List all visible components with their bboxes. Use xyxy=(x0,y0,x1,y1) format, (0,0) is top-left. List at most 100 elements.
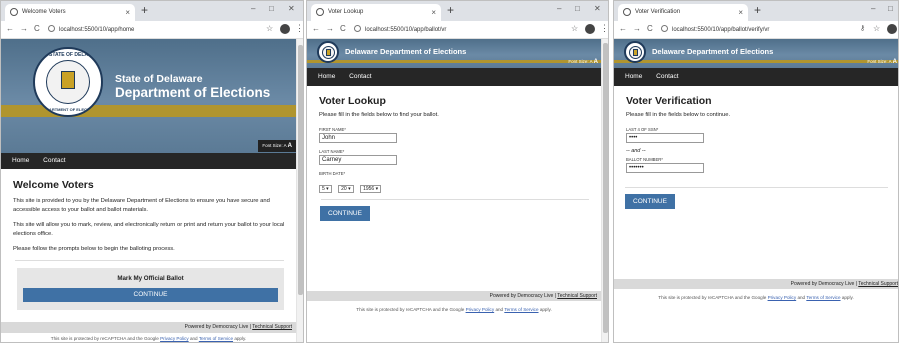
tab-close-icon[interactable]: × xyxy=(431,4,436,21)
forward-icon[interactable]: → xyxy=(633,24,647,33)
new-tab-button[interactable]: + xyxy=(141,3,148,17)
page-title: Welcome Voters xyxy=(13,179,94,191)
scrollbar-thumb[interactable] xyxy=(298,45,303,295)
maximize-button[interactable]: □ xyxy=(575,4,580,13)
new-tab-button[interactable]: + xyxy=(447,3,454,17)
first-name-label: FIRST NAME* xyxy=(319,127,346,132)
browser-tab[interactable]: Voter Verification × xyxy=(618,4,748,21)
tab-bar: Voter Verification × + – □ xyxy=(614,1,898,21)
scrollbar[interactable] xyxy=(601,39,608,342)
terms-of-service-link[interactable]: Terms of Service xyxy=(199,336,233,341)
back-icon[interactable]: ← xyxy=(6,24,20,33)
profile-icon[interactable] xyxy=(585,24,595,34)
scrollbar[interactable] xyxy=(296,39,303,342)
site-nav: Home Contact xyxy=(307,68,601,86)
birth-date-selects: 5 ▾ 20 ▾ 1956 ▾ xyxy=(319,177,591,195)
site-footer: Powered by Democracy Live | Technical Su… xyxy=(614,279,898,289)
tab-bar: Welcome Voters × + – □ ✕ xyxy=(1,1,303,21)
terms-of-service-link[interactable]: Terms of Service xyxy=(806,295,840,300)
window-close-button[interactable]: ✕ xyxy=(594,4,601,13)
nav-home-link[interactable]: Home xyxy=(625,68,642,86)
birth-day-select[interactable]: 20 ▾ xyxy=(338,185,354,193)
nav-home-link[interactable]: Home xyxy=(318,68,335,86)
nav-contact-link[interactable]: Contact xyxy=(43,153,65,169)
tab-title: Voter Verification xyxy=(635,9,681,15)
profile-icon[interactable] xyxy=(280,24,290,34)
minimize-button[interactable]: – xyxy=(871,4,875,13)
last-name-input[interactable]: Carney xyxy=(319,155,397,165)
nav-buttons: ←→C xyxy=(6,24,46,33)
nav-contact-link[interactable]: Contact xyxy=(656,68,678,86)
divider xyxy=(15,260,284,261)
bookmark-star-icon[interactable]: ☆ xyxy=(571,24,578,33)
reload-icon[interactable]: C xyxy=(647,24,659,33)
chevron-down-icon: ▾ xyxy=(348,186,351,192)
forward-icon[interactable]: → xyxy=(20,24,34,33)
continue-button[interactable]: CONTINUE xyxy=(320,206,370,221)
continue-button[interactable]: CONTINUE xyxy=(23,288,278,302)
birth-month-select[interactable]: 5 ▾ xyxy=(319,185,332,193)
privacy-policy-link[interactable]: Privacy Policy xyxy=(466,307,495,312)
new-tab-button[interactable]: + xyxy=(754,3,761,17)
technical-support-link[interactable]: Technical Support xyxy=(858,281,898,287)
nav-home-link[interactable]: Home xyxy=(12,153,29,169)
privacy-policy-link[interactable]: Privacy Policy xyxy=(768,295,797,300)
window-close-button[interactable]: ✕ xyxy=(288,4,295,13)
bookmark-star-icon[interactable]: ☆ xyxy=(873,24,880,33)
scrollbar-thumb[interactable] xyxy=(603,43,608,333)
main-content: Voter Verification Please fill in the fi… xyxy=(626,95,881,173)
menu-icon[interactable]: ⋮ xyxy=(600,23,608,34)
back-icon[interactable]: ← xyxy=(619,24,633,33)
intro-paragraph-2: This site will allow you to mark, review… xyxy=(13,222,285,237)
tab-close-icon[interactable]: × xyxy=(125,4,130,21)
first-name-input[interactable]: John xyxy=(319,133,397,143)
back-icon[interactable]: ← xyxy=(312,24,326,33)
delaware-seal-logo xyxy=(317,41,339,63)
nav-contact-link[interactable]: Contact xyxy=(349,68,371,86)
tab-bar: Voter Lookup × + – □ ✕ xyxy=(307,1,608,21)
key-icon[interactable]: ⚷ xyxy=(860,24,865,32)
gold-stripe xyxy=(307,60,601,63)
tab-title: Voter Lookup xyxy=(328,9,364,15)
bookmark-star-icon[interactable]: ☆ xyxy=(266,24,273,33)
ballot-number-input[interactable]: ••••••• xyxy=(626,163,704,173)
privacy-policy-link[interactable]: Privacy Policy xyxy=(160,336,189,341)
minimize-button[interactable]: – xyxy=(557,4,561,13)
font-size-control[interactable]: Font Size: A A xyxy=(565,57,601,67)
browser-tab[interactable]: Welcome Voters × xyxy=(5,4,135,21)
reload-icon[interactable]: C xyxy=(340,24,352,33)
technical-support-link[interactable]: Technical Support xyxy=(252,324,292,330)
intro-text: Please fill in the fields below to find … xyxy=(319,112,439,118)
reload-icon[interactable]: C xyxy=(34,24,46,33)
url-field[interactable]: localhost:5500/10/app/ballot/vr xyxy=(354,23,566,37)
minimize-button[interactable]: – xyxy=(251,4,255,13)
tab-close-icon[interactable]: × xyxy=(738,4,743,21)
nav-buttons: ←→C xyxy=(619,24,659,33)
info-icon xyxy=(48,25,55,32)
birth-year-select[interactable]: 1956 ▾ xyxy=(360,185,382,193)
continue-button[interactable]: CONTINUE xyxy=(625,194,675,209)
recaptcha-notice: This site is protected by reCAPTCHA and … xyxy=(658,295,854,300)
terms-of-service-link[interactable]: Terms of Service xyxy=(504,307,538,312)
footer-powered-by: Powered by Democracy Live | xyxy=(790,281,857,287)
card-title: Mark My Official Ballot xyxy=(117,275,184,282)
url-field[interactable]: localhost:5500/10/app/ballot/verify/vr xyxy=(661,23,850,37)
browser-tab[interactable]: Voter Lookup × xyxy=(311,4,441,21)
address-bar-row: ←→C localhost:5500/10/app/ballot/vr ☆ ⋮ xyxy=(307,21,608,39)
profile-icon[interactable] xyxy=(887,24,897,34)
menu-icon[interactable]: ⋮ xyxy=(295,23,303,34)
technical-support-link[interactable]: Technical Support xyxy=(557,293,597,299)
font-size-control[interactable]: Font Size: A A xyxy=(258,140,296,152)
ssn-input[interactable]: •••• xyxy=(626,133,704,143)
forward-icon[interactable]: → xyxy=(326,24,340,33)
site-nav: Home Contact xyxy=(614,68,898,86)
intro-text: Please fill in the fields below to conti… xyxy=(626,112,731,118)
url-field[interactable]: localhost:5500/10/app/home xyxy=(48,23,261,37)
browser-window-voter-lookup: Voter Lookup × + – □ ✕ ←→C localhost:550… xyxy=(306,0,609,343)
font-size-control[interactable]: Font Size: A A xyxy=(866,57,898,67)
header-department-title: Department of Elections xyxy=(115,85,271,100)
last-name-label: LAST NAME* xyxy=(319,149,345,154)
info-icon xyxy=(354,25,361,32)
maximize-button[interactable]: □ xyxy=(269,4,274,13)
maximize-button[interactable]: □ xyxy=(888,4,893,13)
